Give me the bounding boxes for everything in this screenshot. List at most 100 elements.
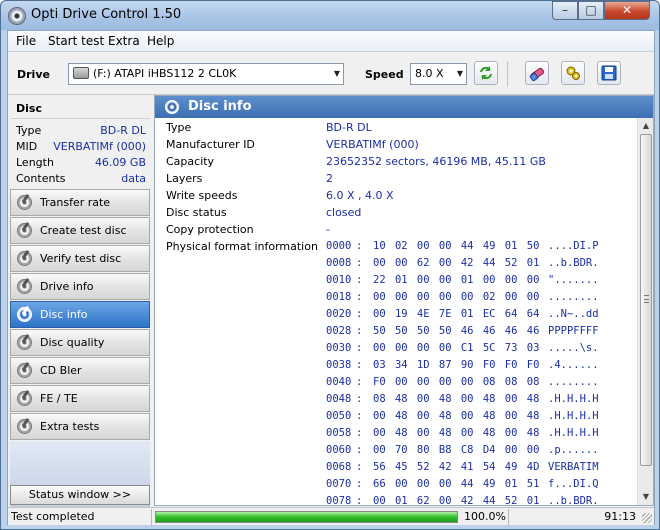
hex-offset: 0018 xyxy=(326,291,352,303)
hex-bytes: 56 45 52 42 41 54 49 4D xyxy=(373,461,540,473)
status-bar: Test completed 100.0% 91:13 xyxy=(8,507,654,525)
nav-disc-info[interactable]: Disc info xyxy=(10,301,150,328)
disc-info-panel: Disc info Type BD-R DL Manufacturer ID V… xyxy=(154,95,654,506)
speed-label: Speed xyxy=(365,68,404,81)
disc-test-icon xyxy=(17,419,32,434)
maximize-button[interactable]: □ xyxy=(578,1,604,20)
hex-bytes: 00 48 00 48 00 48 00 48 xyxy=(373,427,540,439)
field-value: VERBATIMf (000) xyxy=(326,138,419,151)
nav-disc-quality[interactable]: Disc quality xyxy=(10,329,150,356)
disc-row-type: Type BD-R DL xyxy=(16,123,146,139)
disc-row-mid: MID VERBATIMf (000) xyxy=(16,139,146,155)
disc-key: MID xyxy=(16,140,38,153)
hex-bytes: 66 00 00 00 44 49 01 51 xyxy=(373,478,540,490)
hex-ascii: .p...... xyxy=(548,444,599,456)
toolbar-separator xyxy=(507,61,508,87)
disc-test-icon xyxy=(17,391,32,406)
hex-offset: 0058 xyxy=(326,427,352,439)
save-icon xyxy=(601,65,617,81)
disc-key: Type xyxy=(16,124,42,137)
options-button[interactable] xyxy=(561,61,585,85)
resize-grip-icon[interactable] xyxy=(642,513,652,523)
menu-start-test[interactable]: Start test xyxy=(48,34,104,48)
close-button[interactable]: ✕ xyxy=(604,1,650,20)
hex-colon: : xyxy=(356,461,363,473)
hex-colon: : xyxy=(356,359,363,371)
disc-test-icon xyxy=(17,223,32,238)
nav-transfer-rate[interactable]: Transfer rate xyxy=(10,189,150,216)
hex-colon: : xyxy=(356,393,363,405)
nav-drive-info[interactable]: Drive info xyxy=(10,273,150,300)
disc-info-content: Type BD-R DL Manufacturer ID VERBATIMf (… xyxy=(155,118,637,505)
vertical-scrollbar[interactable]: ▲ ▼ xyxy=(637,118,653,505)
nav-label: Drive info xyxy=(40,280,94,293)
hex-ascii: ........ xyxy=(548,376,599,388)
hex-colon: : xyxy=(356,376,363,388)
elapsed-time: 91:13 xyxy=(604,510,636,523)
disc-row-contents: Contents data xyxy=(16,171,146,187)
hex-bytes: 08 48 00 48 00 48 00 48 xyxy=(373,393,540,405)
field-value: - xyxy=(326,223,330,236)
field-value: closed xyxy=(326,206,362,219)
drive-label: Drive xyxy=(17,68,50,81)
hex-bytes: 50 50 50 50 46 46 46 46 xyxy=(373,325,540,337)
status-divider xyxy=(151,509,152,525)
hex-ascii: .4...... xyxy=(548,359,599,371)
grip-icon xyxy=(644,295,649,303)
progress-fill xyxy=(156,512,457,522)
nav-label: Disc quality xyxy=(40,336,105,349)
hex-colon: : xyxy=(356,308,363,320)
menu-bar: File Start test Extra Help xyxy=(8,31,654,52)
hex-offset: 0010 xyxy=(326,274,352,286)
hex-offset: 0038 xyxy=(326,359,352,371)
nav-extra-tests[interactable]: Extra tests xyxy=(10,413,150,440)
hex-ascii: .H.H.H.H xyxy=(548,427,599,439)
scroll-up-icon[interactable]: ▲ xyxy=(640,120,652,132)
progress-bar xyxy=(155,511,458,523)
scroll-down-icon[interactable]: ▼ xyxy=(640,491,652,503)
field-value: 6.0 X , 4.0 X xyxy=(326,189,394,202)
hex-ascii: "....... xyxy=(548,274,599,286)
left-sidebar: Disc Type BD-R DL MID VERBATIMf (000) Leng… xyxy=(8,95,152,511)
hex-colon: : xyxy=(356,274,363,286)
field-label: Physical format information xyxy=(166,240,318,253)
hex-ascii: VERBATIM xyxy=(548,461,599,473)
scroll-thumb[interactable] xyxy=(640,134,652,466)
title-bar[interactable]: Opti Drive Control 1.50 – □ ✕ xyxy=(1,1,659,30)
menu-help[interactable]: Help xyxy=(147,34,174,48)
disc-test-icon xyxy=(17,195,32,210)
disc-key: Length xyxy=(16,156,54,169)
erase-button[interactable] xyxy=(525,61,549,85)
nav-fe-te[interactable]: FE / TE xyxy=(10,385,150,412)
field-label: Type xyxy=(166,121,192,134)
hex-colon: : xyxy=(356,240,363,252)
refresh-button[interactable] xyxy=(474,61,498,85)
panel-header: Disc info xyxy=(155,96,653,118)
field-value: 23652352 sectors, 46196 MB, 45.11 GB xyxy=(326,155,546,168)
nav-label: Verify test disc xyxy=(40,252,122,265)
nav-verify-test-disc[interactable]: Verify test disc xyxy=(10,245,150,272)
nav-create-test-disc[interactable]: Create test disc xyxy=(10,217,150,244)
chevron-down-icon: ▼ xyxy=(456,69,463,78)
nav-label: Disc info xyxy=(40,308,88,321)
hex-offset: 0078 xyxy=(326,495,352,505)
status-window-button[interactable]: Status window >> xyxy=(10,485,150,505)
app-window: Opti Drive Control 1.50 – □ ✕ File Start… xyxy=(0,0,660,530)
menu-file[interactable]: File xyxy=(16,34,36,48)
hex-offset: 0008 xyxy=(326,257,352,269)
nav-cd-bler[interactable]: CD Bler xyxy=(10,357,150,384)
hex-ascii: ..b.BDR. xyxy=(548,495,599,505)
hex-colon: : xyxy=(356,495,363,505)
chevron-down-icon: ▼ xyxy=(333,69,340,78)
disc-test-icon xyxy=(17,335,32,350)
save-button[interactable] xyxy=(597,61,621,85)
hex-colon: : xyxy=(356,427,363,439)
hex-colon: : xyxy=(356,291,363,303)
menu-extra[interactable]: Extra xyxy=(108,34,140,48)
speed-select[interactable]: 8.0 X ▼ xyxy=(410,63,467,85)
hex-bytes: 00 01 62 00 42 44 52 01 xyxy=(373,495,540,505)
drive-select[interactable]: (F:) ATAPI iHBS112 2 CL0K ▼ xyxy=(68,63,344,85)
minimize-button[interactable]: – xyxy=(552,1,578,20)
disc-value: VERBATIMf (000) xyxy=(53,140,146,153)
hex-bytes: 00 00 00 00 C1 5C 73 03 xyxy=(373,342,540,354)
